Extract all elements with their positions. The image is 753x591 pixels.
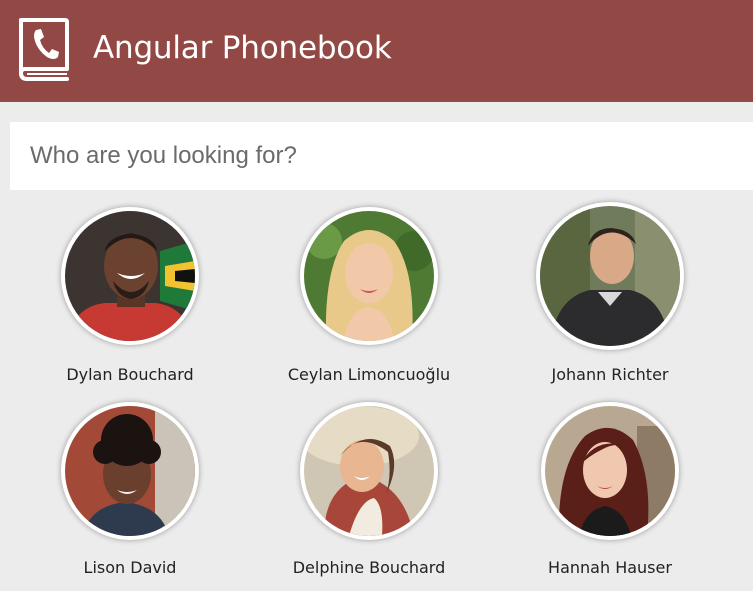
app-header: Angular Phonebook [0, 0, 753, 102]
contact-card[interactable]: Hannah Hauser [510, 397, 710, 587]
contact-card[interactable]: Ceylan Limoncuoğlu [269, 202, 469, 392]
search-input[interactable] [10, 122, 753, 190]
contact-name: Delphine Bouchard [292, 558, 446, 577]
contact-name: Ceylan Limoncuoğlu [287, 365, 451, 384]
phonebook-icon [16, 17, 70, 83]
contact-avatar [536, 202, 684, 350]
contact-avatar [61, 402, 199, 540]
contact-name: Dylan Bouchard [66, 365, 194, 384]
contact-name: Hannah Hauser [548, 558, 672, 577]
contact-avatar [300, 207, 438, 345]
contact-avatar [300, 402, 438, 540]
contact-name: Johann Richter [551, 365, 669, 384]
contact-avatar [541, 402, 679, 540]
search-bar [10, 122, 753, 190]
contact-card[interactable]: Johann Richter [510, 202, 710, 392]
contact-card[interactable]: Dylan Bouchard [30, 202, 230, 392]
contact-avatar [61, 207, 199, 345]
contact-card[interactable]: Delphine Bouchard [269, 397, 469, 587]
contact-card[interactable]: Lison David [30, 397, 230, 587]
app-title: Angular Phonebook [93, 30, 392, 66]
contact-name: Lison David [83, 558, 177, 577]
